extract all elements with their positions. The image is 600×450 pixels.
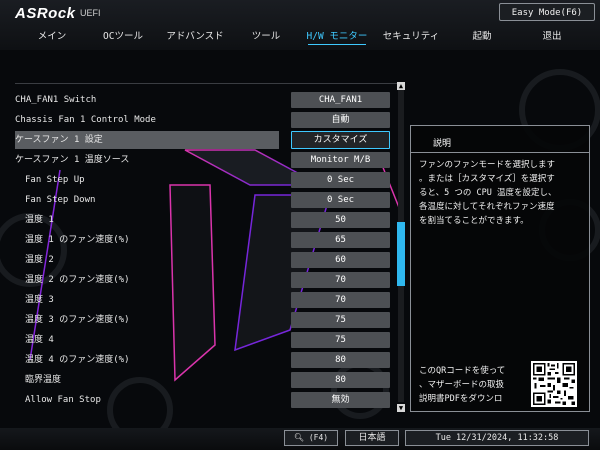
setting-value[interactable]: 無効: [291, 392, 390, 408]
description-line: 各温度に対してそれぞれファン速度: [419, 202, 555, 212]
setting-row[interactable]: 温度 1 50: [15, 211, 390, 229]
setting-label: 温度 4: [25, 335, 54, 345]
tab-oc-tweaker[interactable]: OCツール: [103, 30, 143, 46]
scroll-down-arrow-icon[interactable]: ▼: [397, 404, 405, 412]
setting-row[interactable]: 温度 3 のファン速度(%) 75: [15, 311, 390, 329]
setting-row[interactable]: 温度 1 のファン速度(%) 65: [15, 231, 390, 249]
setting-label: Chassis Fan 1 Control Mode: [15, 115, 156, 125]
setting-value[interactable]: 80: [291, 372, 390, 388]
top-bar: ASRock UEFI Easy Mode(F6) メイン OCツール アドバン…: [0, 0, 600, 50]
qr-caption-line: このQRコードを使って: [419, 366, 506, 376]
search-icon: 🔍︎: [293, 433, 305, 442]
qr-code-icon: [531, 361, 577, 407]
setting-value[interactable]: 75: [291, 332, 390, 348]
description-title: 説明: [433, 139, 452, 149]
setting-value[interactable]: 65: [291, 232, 390, 248]
setting-row[interactable]: 温度 3 70: [15, 291, 390, 309]
setting-label: ケースファン 1 温度ソース: [15, 155, 130, 165]
setting-label: 臨界温度: [25, 375, 62, 385]
setting-value[interactable]: 0 Sec: [291, 172, 390, 188]
setting-row[interactable]: ケースファン 1 設定 カスタマイズ: [15, 131, 390, 149]
scroll-up-arrow-icon[interactable]: ▲: [397, 82, 405, 90]
setting-value[interactable]: 自動: [291, 112, 390, 128]
datetime-display: Tue 12/31/2024, 11:32:58: [405, 430, 589, 446]
setting-label: 温度 4 のファン速度(%): [25, 355, 130, 365]
setting-value[interactable]: Monitor M/B: [291, 152, 390, 168]
description-line: ると、5 つの CPU 温度を設定し、: [419, 188, 557, 198]
setting-label: CHA_FAN1 Switch: [15, 95, 97, 105]
setting-value[interactable]: CHA_FAN1: [291, 92, 390, 108]
search-button[interactable]: 🔍︎ (F4): [284, 430, 338, 446]
setting-row[interactable]: 臨界温度 80: [15, 371, 390, 389]
description-text: ファンのファンモードを選択します 。または［カスタマイズ］を選択す ると、5 つ…: [419, 158, 583, 228]
setting-row[interactable]: Chassis Fan 1 Control Mode 自動: [15, 111, 390, 129]
setting-value[interactable]: 60: [291, 252, 390, 268]
description-panel: 説明 ファンのファンモードを選択します 。または［カスタマイズ］を選択す ると、…: [410, 125, 590, 412]
description-line: 。または［カスタマイズ］を選択す: [419, 174, 555, 184]
tab-boot[interactable]: 起動: [472, 30, 491, 46]
scrollbar-thumb[interactable]: [397, 222, 405, 286]
setting-value[interactable]: カスタマイズ: [291, 131, 390, 149]
tab-main[interactable]: メイン: [38, 30, 67, 46]
setting-label: 温度 2: [25, 255, 54, 265]
setting-row[interactable]: ケースファン 1 温度ソース Monitor M/B: [15, 151, 390, 169]
setting-value[interactable]: 75: [291, 312, 390, 328]
setting-label: Fan Step Down: [25, 195, 96, 205]
setting-row[interactable]: 温度 2 60: [15, 251, 390, 269]
setting-value[interactable]: 50: [291, 212, 390, 228]
setting-label: Fan Step Up: [25, 175, 85, 185]
tab-exit[interactable]: 退出: [542, 30, 561, 46]
setting-row[interactable]: 温度 4 75: [15, 331, 390, 349]
setting-value[interactable]: 70: [291, 292, 390, 308]
setting-label: Allow Fan Stop: [25, 395, 101, 405]
setting-label: 温度 2 のファン速度(%): [25, 275, 130, 285]
setting-label: 温度 1 のファン速度(%): [25, 235, 130, 245]
language-button[interactable]: 日本語: [345, 430, 399, 446]
uefi-label: UEFI: [80, 8, 101, 18]
asrock-logo: ASRock: [15, 5, 76, 22]
bottom-bar: 🔍︎ (F4) 日本語 Tue 12/31/2024, 11:32:58: [0, 428, 600, 450]
setting-row[interactable]: Fan Step Up 0 Sec: [15, 171, 390, 189]
setting-row[interactable]: 温度 4 のファン速度(%) 80: [15, 351, 390, 369]
tab-tool[interactable]: ツール: [252, 30, 281, 46]
description-line: ファンのファンモードを選択します: [419, 160, 556, 170]
tab-security[interactable]: セキュリティ: [383, 30, 439, 46]
search-shortcut-label: (F4): [308, 433, 329, 442]
setting-row[interactable]: CHA_FAN1 Switch CHA_FAN1: [15, 91, 390, 109]
qr-caption: このQRコードを使って 、マザーボードの取扱 説明書PDFをダウンロ: [419, 364, 505, 406]
setting-value[interactable]: 80: [291, 352, 390, 368]
setting-label: 温度 3 のファン速度(%): [25, 315, 130, 325]
tab-advanced[interactable]: アドバンスド: [166, 30, 223, 46]
easy-mode-button[interactable]: Easy Mode(F6): [499, 3, 595, 21]
active-tab-underline: [308, 44, 366, 45]
content-divider: [15, 83, 405, 84]
setting-label: 温度 1: [25, 215, 54, 225]
description-line: を割当てることができます。: [419, 216, 529, 226]
setting-label: 温度 3: [25, 295, 54, 305]
description-divider: [411, 152, 589, 153]
setting-row[interactable]: 温度 2 のファン速度(%) 70: [15, 271, 390, 289]
setting-row[interactable]: Allow Fan Stop 無効: [15, 391, 390, 409]
setting-value[interactable]: 0 Sec: [291, 192, 390, 208]
setting-row[interactable]: Fan Step Down 0 Sec: [15, 191, 390, 209]
setting-label: ケースファン 1 設定: [15, 135, 103, 145]
setting-value[interactable]: 70: [291, 272, 390, 288]
qr-caption-line: 、マザーボードの取扱: [419, 380, 505, 390]
qr-caption-line: 説明書PDFをダウンロ: [419, 394, 503, 404]
